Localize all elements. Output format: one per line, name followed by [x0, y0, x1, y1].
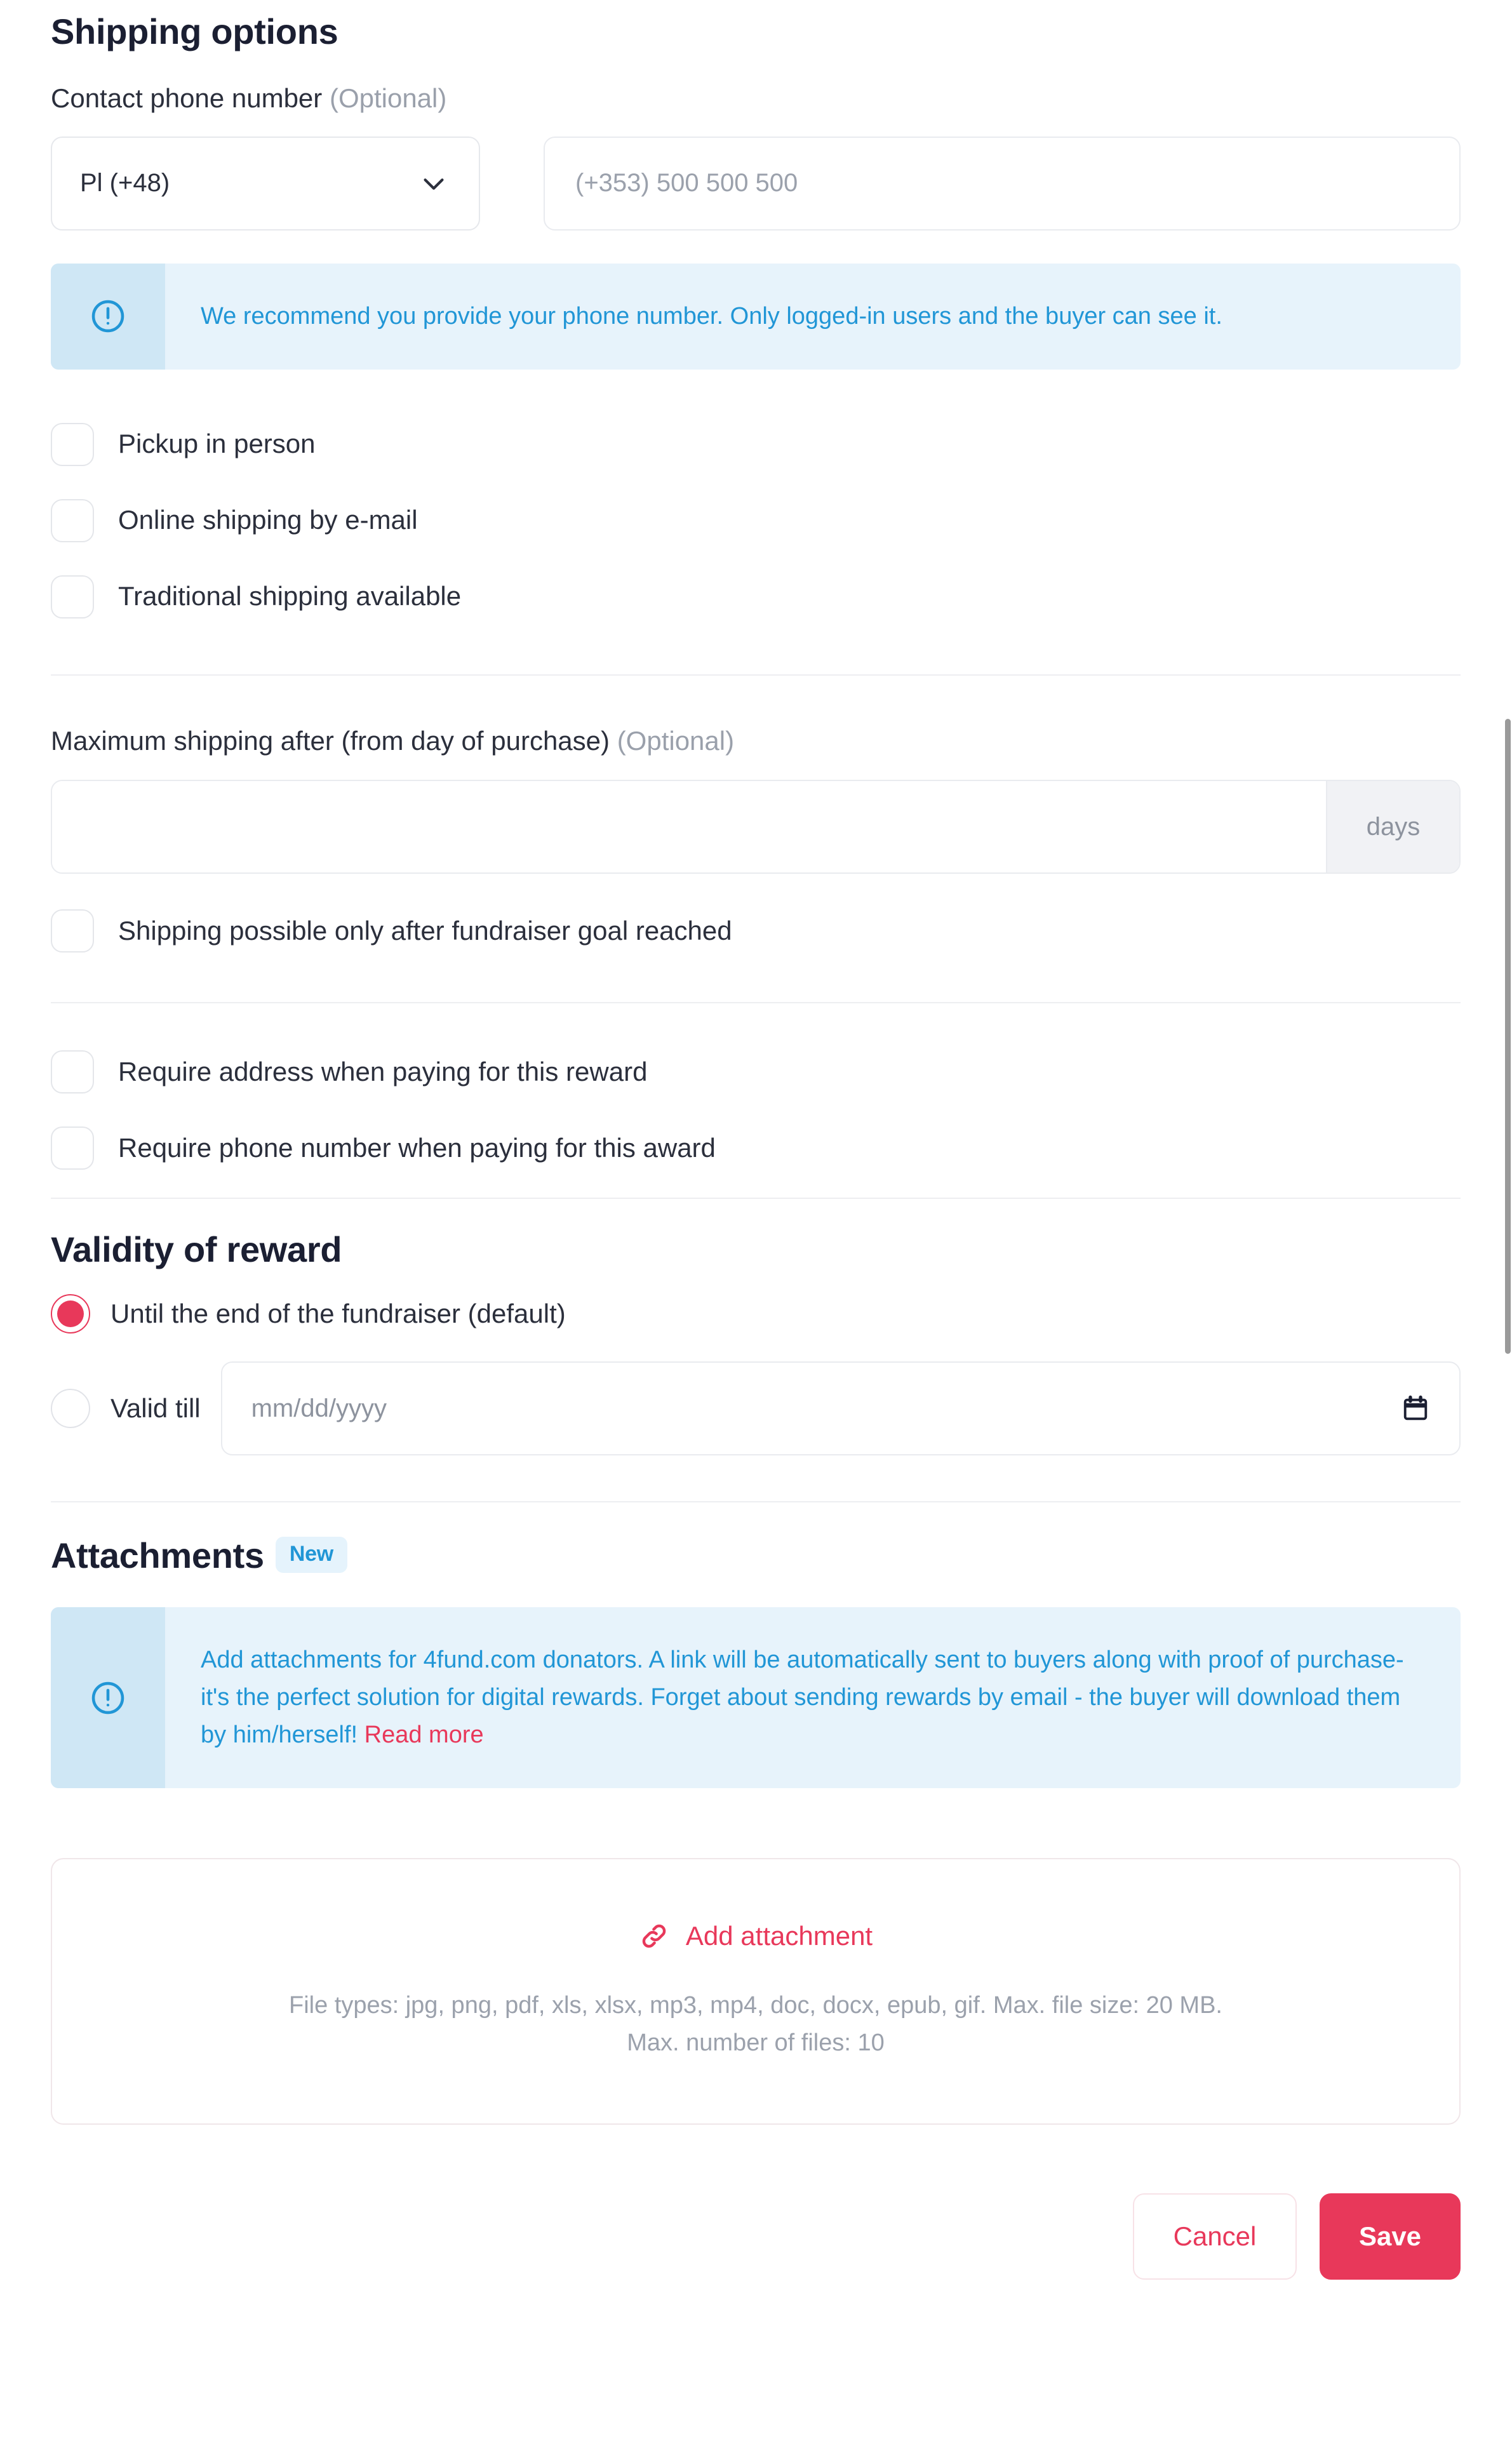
checkbox-require-phone[interactable]	[51, 1126, 94, 1170]
checkbox-label-online-shipping: Online shipping by e-mail	[118, 505, 418, 535]
max-shipping-optional-text: (Optional)	[617, 725, 735, 756]
phone-notice-text: We recommend you provide your phone numb…	[201, 302, 1222, 330]
contact-phone-label-text: Contact phone number	[51, 83, 323, 114]
checkbox-row-online-shipping[interactable]: Online shipping by e-mail	[51, 498, 1461, 542]
checkbox-pickup-in-person[interactable]	[51, 422, 94, 466]
radio-until-end-of-fundraiser[interactable]	[51, 1294, 90, 1334]
attachments-title: Attachments	[51, 1535, 264, 1576]
radio-valid-till[interactable]	[51, 1389, 90, 1429]
attachments-banner-body: Add attachments for 4fund.com donators. …	[165, 1607, 1461, 1788]
checkbox-label-pickup-in-person: Pickup in person	[118, 429, 316, 459]
checkbox-label-require-address: Require address when paying for this rew…	[118, 1056, 648, 1086]
status-badge-new: New	[275, 1537, 347, 1574]
info-circle-icon	[91, 1681, 124, 1714]
scrollbar-track[interactable]	[1503, 0, 1512, 2460]
radio-row-until-end[interactable]: Until the end of the fundraiser (default…	[51, 1294, 1461, 1334]
checkbox-row-goal-reached[interactable]: Shipping possible only after fundraiser …	[51, 909, 1461, 953]
checkbox-label-require-phone: Require phone number when paying for thi…	[118, 1132, 716, 1163]
checkbox-row-require-address[interactable]: Require address when paying for this rew…	[51, 1050, 1461, 1094]
calendar-icon[interactable]	[1401, 1394, 1430, 1423]
banner-icon-column	[51, 263, 165, 370]
page-title: Shipping options	[51, 11, 338, 51]
attachments-title-row: Attachments New	[51, 1535, 1461, 1577]
checkbox-goal-reached[interactable]	[51, 909, 94, 953]
checkbox-row-pickup-in-person[interactable]: Pickup in person	[51, 422, 1461, 466]
checkbox-require-address[interactable]	[51, 1050, 94, 1094]
checkbox-online-shipping[interactable]	[51, 498, 94, 542]
phone-number-input[interactable]	[544, 136, 1461, 231]
attachment-dropzone[interactable]: Add attachment File types: jpg, png, pdf…	[51, 1857, 1461, 2125]
checkbox-row-traditional-shipping[interactable]: Traditional shipping available	[51, 575, 1461, 618]
max-shipping-label: Maximum shipping after (from day of purc…	[51, 725, 1461, 757]
max-shipping-days-input[interactable]	[52, 781, 1326, 873]
phone-input-row: Pl (+48)	[51, 136, 1461, 231]
shipping-options-form: Shipping options Contact phone number (O…	[0, 0, 1512, 2460]
validity-title: Validity of reward	[51, 1229, 342, 1270]
scrollbar-thumb[interactable]	[1505, 719, 1511, 1354]
max-files-line: Max. number of files: 10	[627, 2029, 885, 2056]
days-suffix-label: days	[1326, 781, 1459, 873]
save-button[interactable]: Save	[1320, 2193, 1461, 2280]
valid-till-date-placeholder: mm/dd/yyyy	[251, 1394, 387, 1422]
max-shipping-days-group: days	[51, 780, 1461, 874]
max-shipping-label-text: Maximum shipping after (from day of purc…	[51, 725, 610, 756]
add-attachment-label: Add attachment	[685, 1920, 873, 1951]
radio-label-valid-till: Valid till	[110, 1393, 201, 1424]
checkbox-row-require-phone[interactable]: Require phone number when paying for thi…	[51, 1126, 1461, 1170]
contact-phone-optional-text: (Optional)	[329, 83, 447, 114]
checkbox-label-goal-reached: Shipping possible only after fundraiser …	[118, 915, 732, 946]
checkbox-traditional-shipping[interactable]	[51, 575, 94, 618]
link-icon	[642, 1924, 666, 1948]
info-circle-icon	[91, 300, 124, 333]
cancel-button[interactable]: Cancel	[1133, 2193, 1297, 2280]
phone-info-banner: We recommend you provide your phone numb…	[51, 263, 1461, 370]
attachments-info-banner: Add attachments for 4fund.com donators. …	[51, 1607, 1461, 1788]
valid-till-date-input[interactable]: mm/dd/yyyy	[220, 1361, 1461, 1456]
attachments-banner-icon-column	[51, 1607, 165, 1788]
country-code-value: Pl (+48)	[80, 169, 170, 197]
form-content: Shipping options Contact phone number (O…	[51, 0, 1461, 2280]
form-footer: Cancel Save	[51, 2193, 1461, 2280]
file-types-line: File types: jpg, png, pdf, xls, xlsx, mp…	[289, 1991, 1222, 2019]
chevron-down-icon	[424, 178, 444, 190]
country-code-select[interactable]: Pl (+48)	[51, 136, 480, 231]
checkbox-label-traditional-shipping: Traditional shipping available	[118, 581, 462, 612]
contact-phone-label: Contact phone number (Optional)	[51, 83, 1461, 114]
banner-body: We recommend you provide your phone numb…	[165, 264, 1461, 370]
dropzone-meta: File types: jpg, png, pdf, xls, xlsx, mp…	[289, 1987, 1222, 2062]
radio-label-until-end: Until the end of the fundraiser (default…	[110, 1299, 566, 1329]
attachments-notice-text: Add attachments for 4fund.com donators. …	[201, 1641, 1422, 1754]
radio-row-valid-till[interactable]: Valid till mm/dd/yyyy	[51, 1361, 1461, 1456]
read-more-link[interactable]: Read more	[365, 1721, 484, 1748]
add-attachment-button[interactable]: Add attachment	[639, 1921, 873, 1951]
